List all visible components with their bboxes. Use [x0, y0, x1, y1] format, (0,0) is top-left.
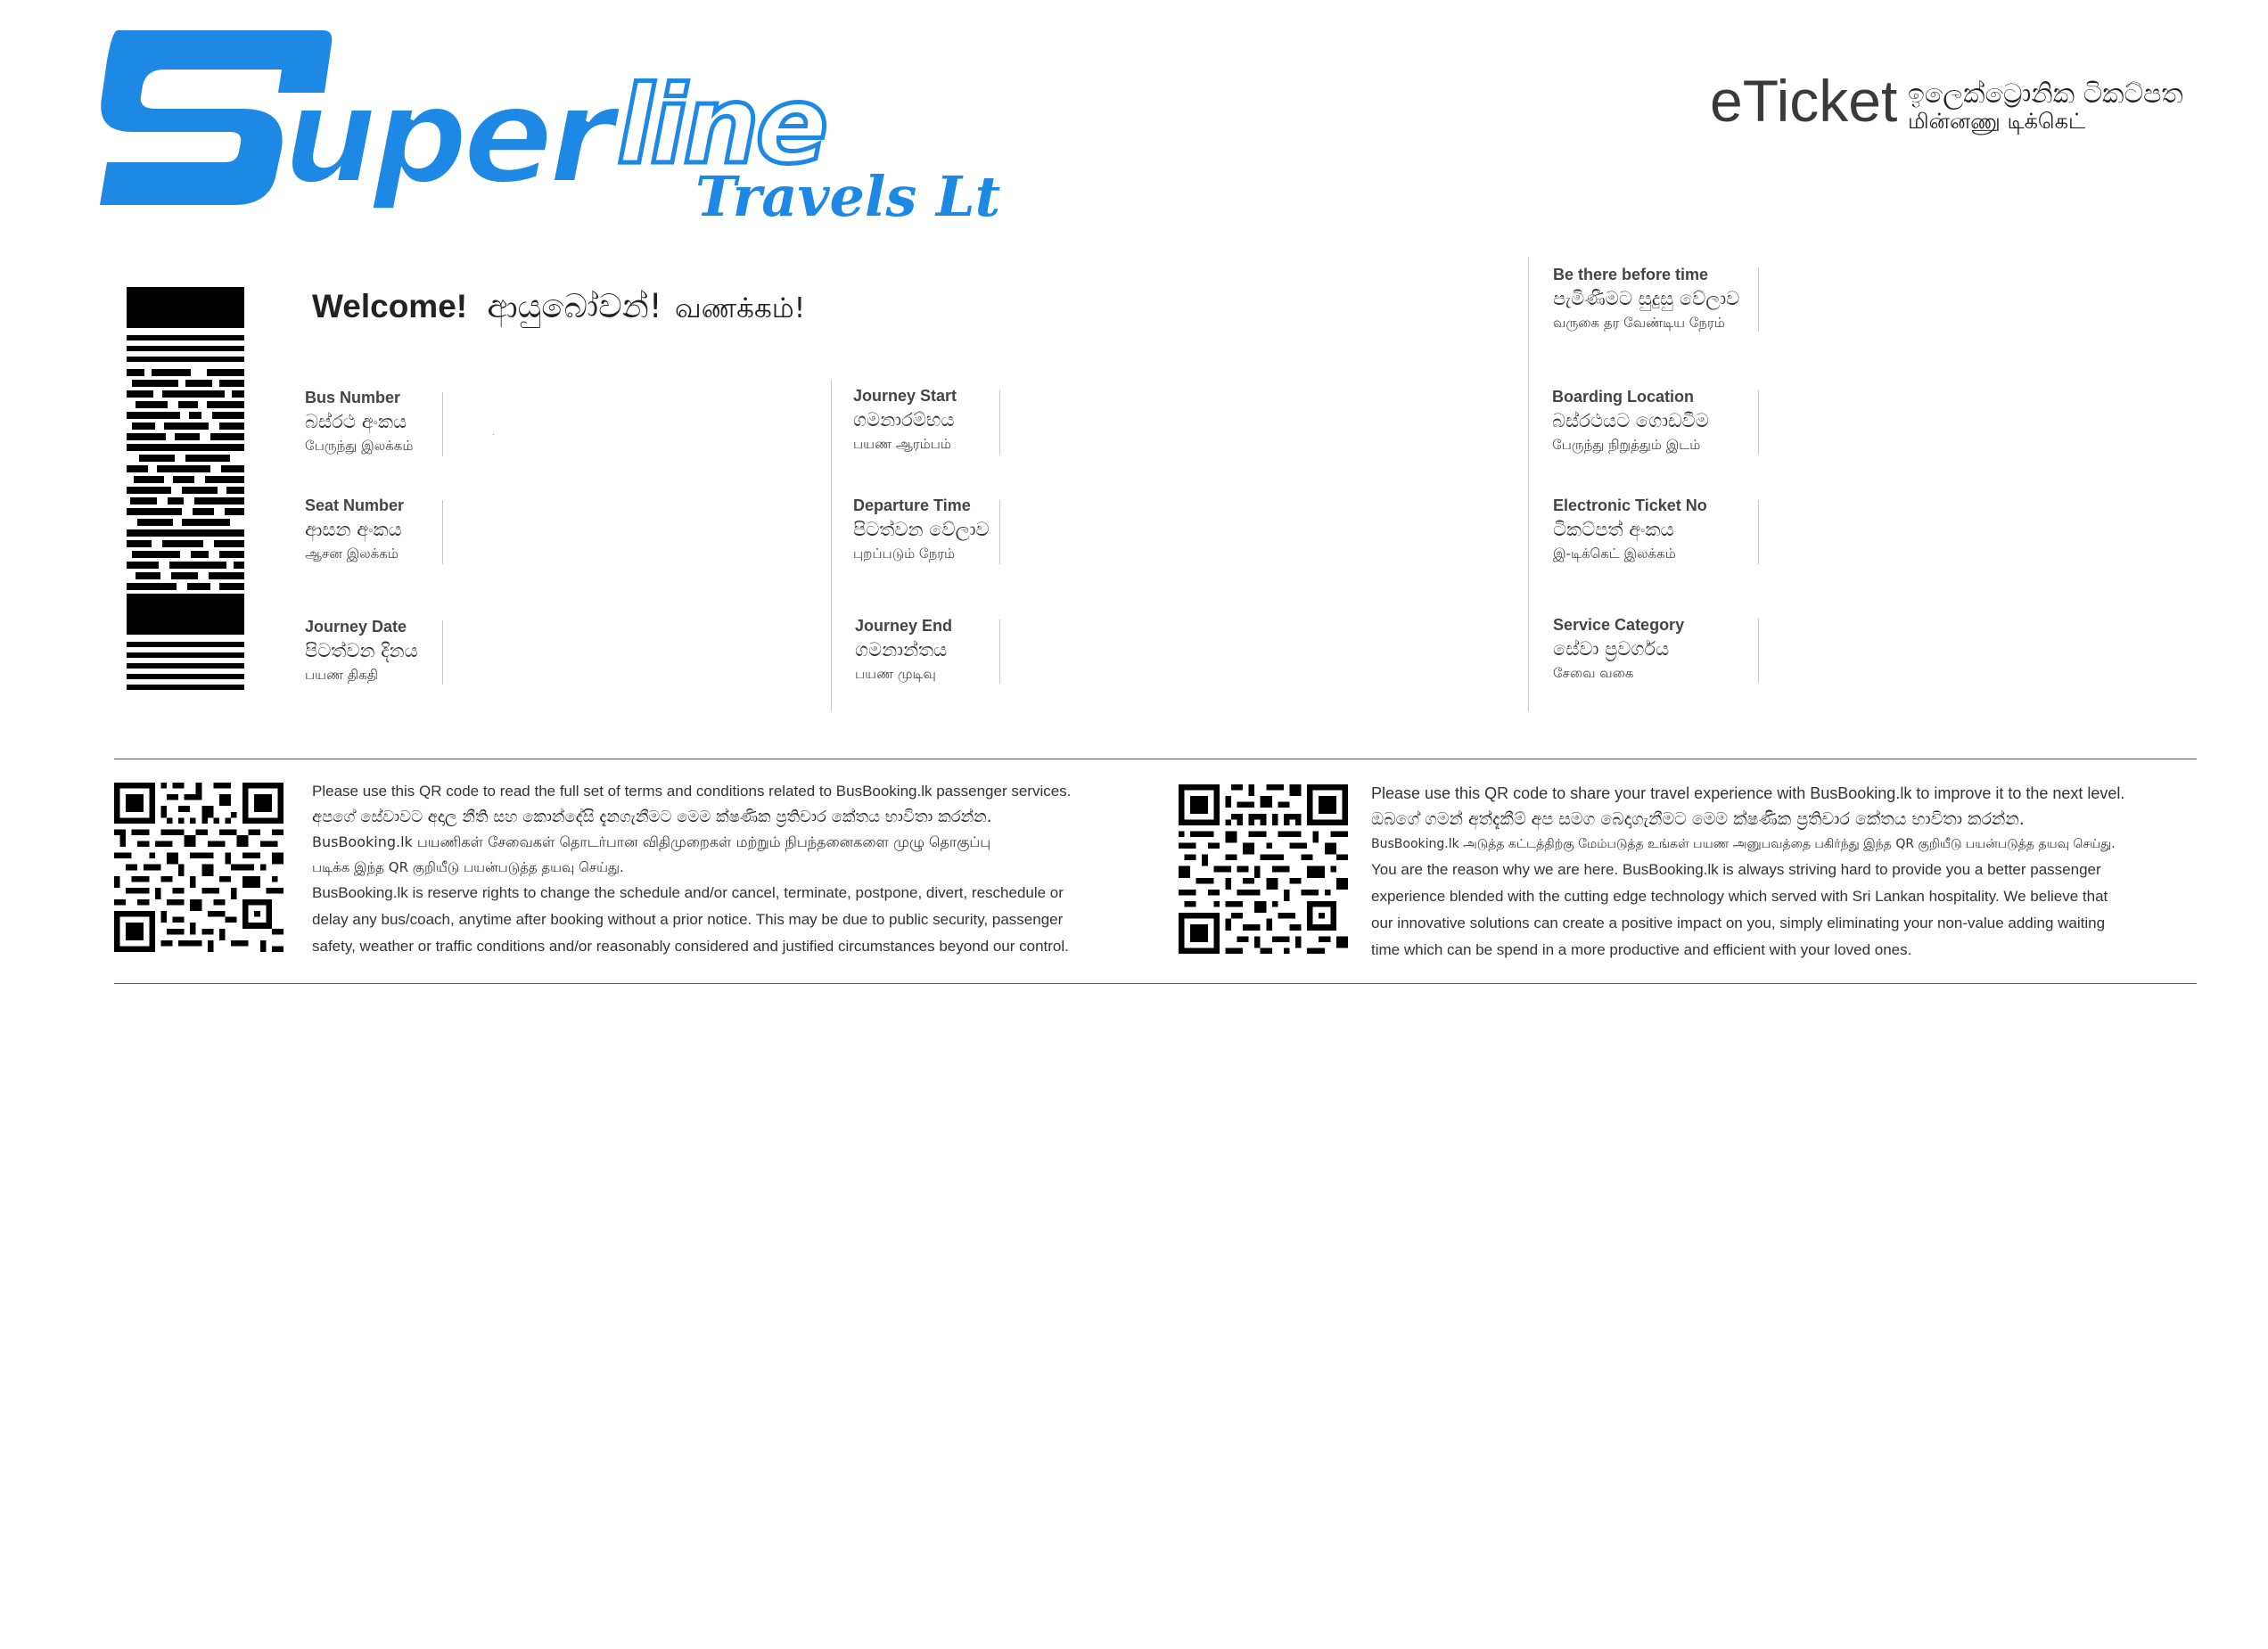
svg-text:Travels Ltd: Travels Ltd [695, 164, 1000, 229]
label-ta: இ-டிக்கெட் இலக்கம் [1553, 546, 1676, 562]
label-si: බස්රථයට ගොඩවීම [1552, 410, 1709, 431]
field-divider [442, 392, 443, 456]
bus-number-value: . [492, 428, 495, 438]
section-divider-bottom [114, 983, 2197, 984]
terms-line-ta-1: BusBooking.lk பயணிகள் சேவைகள் தொடர்பான வ… [312, 833, 991, 850]
label-ta: வருகை தர வேண்டிய நேரம் [1553, 315, 1725, 331]
field-electronic-ticket-no: Electronic Ticket No ටිකට්පත් අංකය இ-டிக… [1553, 496, 1707, 563]
field-divider [442, 500, 443, 564]
feedback-body-2: experience blended with the cutting edge… [1371, 888, 2108, 905]
field-journey-date: Journey Date පිටත්වන දිනය பயண திகதி [305, 618, 418, 685]
label-si: පිටත්වන වේලාව [853, 519, 990, 540]
svg-text:uper: uper [283, 59, 621, 214]
rights-line-2: delay any bus/coach, anytime after booki… [312, 911, 1064, 928]
field-bus-number: Bus Number බස්රථ අංකය பேருந்து இலக்கம் [305, 389, 413, 455]
feedback-text: Please use this QR code to share your tr… [1371, 780, 2200, 964]
column-divider [831, 380, 832, 711]
label-en: Journey End [855, 617, 953, 635]
superline-logo: uper line Travels Ltd [100, 30, 1000, 229]
field-divider [1758, 267, 1759, 332]
welcome-si: ආයුබෝවන්! [487, 287, 662, 325]
field-divider [1758, 619, 1759, 683]
eticket-title: eTicket [1710, 68, 1898, 134]
feedback-body-1: You are the reason why we are here. BusB… [1371, 861, 2101, 878]
label-en: Bus Number [305, 389, 401, 406]
label-si: පිටත්වන දිනය [305, 640, 418, 661]
rights-line-1: BusBooking.lk is reserve rights to chang… [312, 884, 1064, 901]
feedback-line-en: Please use this QR code to share your tr… [1371, 784, 2125, 802]
label-ta: பயண முடிவு [855, 666, 936, 682]
field-divider [999, 500, 1000, 564]
label-si: ආසන අංකය [305, 519, 402, 540]
field-service-category: Service Category සේවා ප්‍රවර්ගය சேவை வகை [1553, 616, 1684, 683]
label-ta: பயண ஆரம்பம் [853, 436, 951, 452]
label-ta: ஆசன இலக்கம் [305, 546, 399, 562]
column-divider [1528, 257, 1529, 711]
feedback-body-4: time which can be spend in a more produc… [1371, 941, 1912, 958]
welcome-en: Welcome! [312, 288, 468, 324]
label-en: Service Category [1553, 616, 1685, 634]
field-divider [999, 390, 1000, 455]
field-divider [1758, 500, 1759, 564]
label-en: Be there before time [1553, 266, 1709, 283]
field-journey-end: Journey End ගමනාන්තය பயண முடிவு [855, 617, 952, 684]
label-ta: பயண திகதி [305, 667, 379, 683]
label-en: Journey Date [305, 618, 407, 636]
eticket-title-sinhala: ඉලෙක්ට්‍රොනික ටිකට්පත [1908, 78, 2183, 110]
label-en: Electronic Ticket No [1553, 496, 1707, 514]
field-journey-start: Journey Start ගමනාරම්භය பயண ஆரம்பம் [853, 387, 957, 454]
feedback-qr-code[interactable] [1179, 784, 1348, 954]
welcome-greeting: Welcome! ආයුබෝවන්! வணக்கம்! [312, 287, 805, 328]
label-en: Boarding Location [1552, 388, 1694, 406]
feedback-line-si: ඔබගේ ගමන් අත්දැකීම් අප සමග බෙදාගැනීමට මෙ… [1371, 809, 2025, 829]
field-divider [999, 619, 1000, 684]
label-si: ගමනාන්තය [855, 639, 948, 660]
label-en: Seat Number [305, 496, 405, 514]
terms-line-ta-2: படிக்க இந்த QR குறியீடு பயன்படுத்த தயவு … [312, 859, 624, 875]
barcode [127, 287, 244, 690]
label-ta: சேவை வகை [1553, 665, 1634, 681]
field-departure-time: Departure Time පිටත්වන වේලාව புறப்படும் … [853, 496, 990, 563]
rights-line-3: safety, weather or traffic conditions an… [312, 938, 1069, 955]
field-seat-number: Seat Number ආසන අංකය ஆசன இலக்கம் [305, 496, 404, 563]
field-be-there-before-time: Be there before time පැමිණීමට සුදුසු වේල… [1553, 266, 1739, 332]
terms-qr-code[interactable] [114, 783, 284, 952]
field-divider [1758, 390, 1759, 455]
feedback-line-ta: BusBooking.lk அடுத்த கட்டத்திற்கு மேம்பட… [1371, 837, 2116, 851]
terms-text: Please use this QR code to read the full… [312, 778, 1150, 960]
label-si: බස්රථ අංකය [305, 411, 407, 432]
label-si: ටිකට්පත් අංකය [1553, 519, 1674, 540]
field-divider [442, 620, 443, 685]
label-ta: பேருந்து இலக்கம் [305, 438, 414, 454]
label-en: Departure Time [853, 496, 971, 514]
terms-line-en: Please use this QR code to read the full… [312, 783, 1072, 800]
label-si: ගමනාරම්භය [853, 409, 955, 431]
label-si: පැමිණීමට සුදුසු වේලාව [1553, 288, 1740, 309]
label-en: Journey Start [853, 387, 957, 405]
label-ta: புறப்படும் நேரம் [853, 546, 956, 562]
eticket-title-tamil: மின்னணு டிக்கெட் [1908, 109, 2086, 134]
terms-line-si: අපගේ සේවාවට අදාල නීති සහ කොන්දේසි දැනගැන… [312, 808, 992, 826]
field-boarding-location: Boarding Location බස්රථයට ගොඩවීම பேருந்த… [1552, 388, 1709, 455]
label-si: සේවා ප්‍රවර්ගය [1553, 638, 1670, 660]
feedback-body-3: our innovative solutions can create a po… [1371, 915, 2106, 931]
label-ta: பேருந்து நிறுத்தும் இடம் [1552, 437, 1701, 453]
welcome-ta: வணக்கம்! [675, 292, 806, 324]
